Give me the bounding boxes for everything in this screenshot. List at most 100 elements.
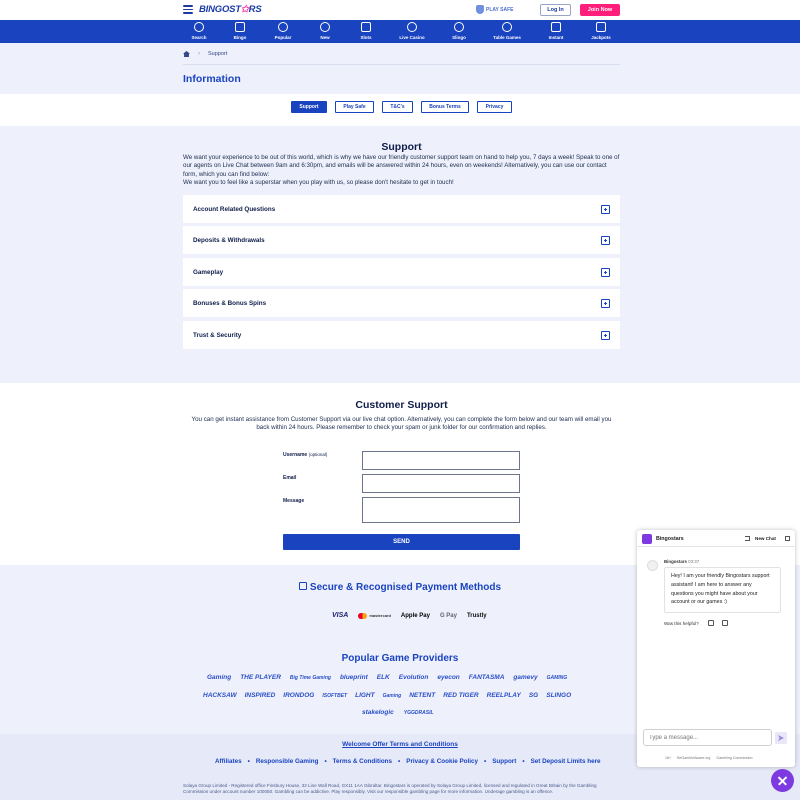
footer-separator: • [484,758,487,765]
play-safe-label: PLAY SAFE [486,6,514,13]
nav-bingo[interactable]: Bingo [220,22,260,40]
provider-logo: SG [528,692,539,699]
thumbs-up-icon[interactable] [708,620,714,626]
footer-links: Affiliates • Responsible Gaming • Terms … [215,758,601,765]
chat-footer: 18+ BeGambleAware.org Gambling Commissio… [665,756,753,760]
footer-link-support[interactable]: Support [492,758,516,765]
nav-jackpots[interactable]: Jackpots [581,22,621,40]
info-tabs: Support Play Safe T&C's Bonus Terms Priv… [291,101,512,113]
chat-header: Bingostars New Chat [637,530,795,547]
gambling-commission-link[interactable]: Gambling Commission [716,756,752,760]
nav-table-games[interactable]: Table Games [487,22,527,40]
begambleaware-link[interactable]: BeGambleAware.org [677,756,710,760]
nav-label: Search [191,35,207,40]
message-textarea[interactable] [362,497,520,523]
support-title: Support [381,141,422,153]
faq-bonuses[interactable]: Bonuses & Bonus Spins [183,289,620,317]
provider-logo: eyecon [437,674,460,681]
instant-icon [551,22,561,32]
support-paragraph: We want your experience to be out of thi… [183,154,620,178]
divider [183,64,620,65]
chat-logo-icon [642,534,652,544]
nav-label: New [320,35,330,40]
expand-icon[interactable] [601,236,610,245]
provider-logo: SLINGO [546,692,572,699]
breadcrumb-current: Support [208,51,228,57]
popout-icon[interactable] [785,536,790,541]
trustly-logo: Trustly [466,612,487,619]
provider-logo: ELK [376,674,390,681]
thumbs-down-icon[interactable] [722,620,728,626]
exit-icon[interactable] [745,536,750,541]
faq-account[interactable]: Account Related Questions [183,195,620,223]
tab-support[interactable]: Support [291,101,327,113]
mastercard-icon [358,612,368,619]
send-button[interactable]: SEND [283,534,520,550]
send-icon[interactable] [775,732,787,744]
faq-trust[interactable]: Trust & Security [183,321,620,349]
join-now-button[interactable]: Join Now [580,4,620,16]
helpful-prompt: Was this helpful? [664,621,699,626]
tab-bonus-terms[interactable]: Bonus Terms [421,101,469,113]
nav-slots[interactable]: Slots [346,22,386,40]
provider-logo: GAMING [546,674,568,681]
footer-link-privacy[interactable]: Privacy & Cookie Policy [406,758,478,765]
nav-label: Slingo [452,35,466,40]
faq-deposits[interactable]: Deposits & Withdrawals [183,226,620,254]
username-input[interactable] [362,451,520,470]
message-time: 03:37 [688,559,700,564]
menu-icon[interactable] [183,5,193,14]
footer-link-deposit-limits[interactable]: Set Deposit Limits here [531,758,601,765]
bot-avatar [647,560,658,571]
tab-privacy[interactable]: Privacy [477,101,512,113]
provider-logo: YGGDRASIL [403,709,434,716]
customer-support-title: Customer Support [355,399,448,411]
support-paragraph: We want you to feel like a superstar whe… [183,178,454,186]
email-input[interactable] [362,474,520,493]
nav-live-casino[interactable]: Live Casino [392,22,432,40]
provider-logo: Gaming [207,674,232,681]
username-label-text: Username [283,452,308,458]
table-games-icon [502,22,512,32]
nav-slingo[interactable]: Slingo [439,22,479,40]
provider-logo: RED TIGER [443,692,479,699]
search-icon [194,22,204,32]
shield-icon [476,5,484,14]
chat-widget: Bingostars New Chat Bingostars 03:37 Hey… [637,530,795,767]
username-label: Username (optional) [283,452,327,458]
provider-logo: gamevy [513,674,538,681]
expand-icon[interactable] [601,268,610,277]
tab-tcs[interactable]: T&C's [382,101,413,113]
login-button[interactable]: Log In [540,4,571,16]
faq-label: Deposits & Withdrawals [193,236,265,244]
nav-search[interactable]: Search [179,22,219,40]
mastercard-text: mastercard [369,613,391,618]
tab-play-safe[interactable]: Play Safe [335,101,374,113]
customer-support-text: You can get instant assistance from Cust… [191,416,612,432]
footer-link-responsible-gaming[interactable]: Responsible Gaming [256,758,319,765]
provider-logo: IRONDOG [283,692,315,699]
expand-icon[interactable] [601,205,610,214]
provider-logo: FANTASMA [468,674,505,681]
faq-gameplay[interactable]: Gameplay [183,258,620,286]
footer-separator: • [324,758,327,765]
faq-label: Account Related Questions [193,205,276,213]
chat-message-input[interactable] [643,729,772,746]
new-chat-button[interactable]: New Chat [755,536,776,541]
flame-icon [278,22,288,32]
expand-icon[interactable] [601,331,610,340]
close-chat-icon[interactable] [771,769,794,792]
play-safe-link[interactable]: PLAY SAFE [476,5,514,14]
top-bar: BINGOST✩RS PLAY SAFE Log In Join Now [0,0,800,20]
nav-label: Jackpots [591,35,611,40]
nav-popular[interactable]: Popular [263,22,303,40]
nav-new[interactable]: New [305,22,345,40]
footer-link-terms[interactable]: Terms & Conditions [333,758,392,765]
expand-icon[interactable] [601,299,610,308]
logo[interactable]: BINGOST✩RS [199,4,262,15]
footer-link-affiliates[interactable]: Affiliates [215,758,242,765]
nav-instant[interactable]: Instant [536,22,576,40]
home-icon[interactable] [183,51,190,57]
breadcrumb-separator: › [198,51,200,57]
providers-row-2: HACKSAW INSPIRED IRONDOG ISOFTBET LIGHT … [203,692,571,699]
